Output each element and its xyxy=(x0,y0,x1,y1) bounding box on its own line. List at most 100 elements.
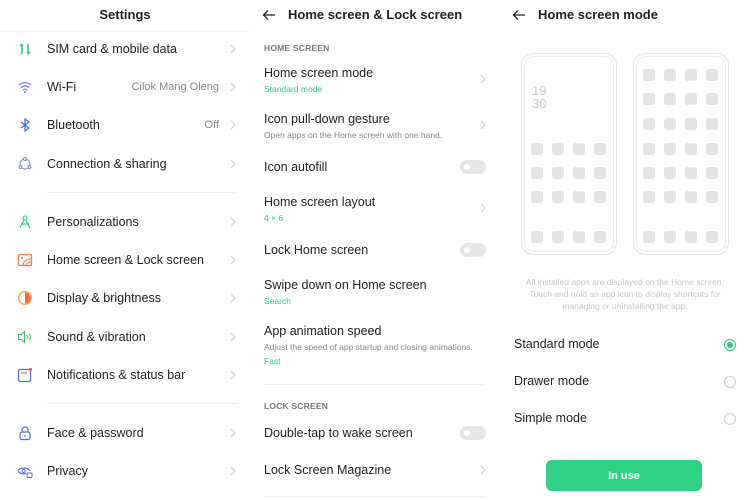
notification-icon xyxy=(17,367,33,383)
radio-button[interactable] xyxy=(724,376,736,388)
chevron-right-icon xyxy=(480,74,486,84)
item-label: Swipe down on Home screen xyxy=(264,278,427,292)
app-icon-placeholder xyxy=(706,191,718,203)
app-icon-placeholder xyxy=(706,69,718,81)
app-icon-placeholder xyxy=(685,191,697,203)
item-description: Adjust the speed of app startup and clos… xyxy=(264,342,473,352)
chevron-right-icon xyxy=(230,293,236,303)
option-label: Drawer mode xyxy=(514,374,590,388)
settings-item-bluetooth[interactable]: Bluetooth Off xyxy=(0,107,250,143)
app-icon-placeholder xyxy=(531,143,543,155)
section-header-lock: LOCK SCREEN xyxy=(264,401,329,411)
brightness-icon xyxy=(17,290,33,306)
chevron-right-icon xyxy=(230,217,236,227)
app-icon-placeholder xyxy=(643,167,655,179)
app-icon-placeholder xyxy=(685,143,697,155)
chevron-right-icon xyxy=(230,370,236,380)
back-arrow-icon[interactable] xyxy=(262,8,276,22)
mode-option-standard[interactable]: Standard mode xyxy=(500,327,750,363)
home-lock-panel: Home screen & Lock screen HOME SCREEN Ho… xyxy=(250,0,500,500)
settings-item-notifications[interactable]: Notifications & status bar xyxy=(0,357,250,393)
drawer-mode-preview xyxy=(633,53,729,255)
settings-item-sim[interactable]: SIM card & mobile data xyxy=(0,31,250,67)
app-icon-placeholder xyxy=(552,231,564,243)
settings-item-home-lock[interactable]: Home screen & Lock screen xyxy=(0,242,250,278)
app-icon-placeholder xyxy=(573,191,585,203)
option-label: Standard mode xyxy=(514,337,600,351)
settings-item-wifi[interactable]: Wi-Fi Cilok Mang Oleng xyxy=(0,69,250,105)
item-label: SIM card & mobile data xyxy=(47,42,177,56)
item-value: 4 × 6 xyxy=(264,213,284,223)
home-mode-panel: Home screen mode 19 30 All installed app… xyxy=(500,0,750,500)
app-icon-placeholder xyxy=(552,191,564,203)
app-icon-placeholder xyxy=(685,167,697,179)
page-title: Home screen mode xyxy=(538,7,658,22)
item-label: Notifications & status bar xyxy=(47,368,186,382)
double-tap-toggle[interactable] xyxy=(460,426,486,440)
app-icon-placeholder xyxy=(706,118,718,130)
setting-icon-autofill[interactable]: Icon autofill xyxy=(250,152,500,182)
chevron-right-icon xyxy=(230,255,236,265)
setting-app-animation[interactable]: App animation speed Adjust the speed of … xyxy=(250,318,500,370)
home-screen-icon xyxy=(17,253,33,267)
item-label: App animation speed xyxy=(264,324,382,338)
item-label: Home screen & Lock screen xyxy=(47,253,205,267)
back-arrow-icon[interactable] xyxy=(512,8,526,22)
page-title: Settings xyxy=(99,7,151,22)
app-icon-placeholder xyxy=(643,93,655,105)
settings-item-sound[interactable]: Sound & vibration xyxy=(0,319,250,355)
setting-lock-magazine[interactable]: Lock Screen Magazine xyxy=(250,455,500,485)
icon-autofill-toggle[interactable] xyxy=(460,160,486,174)
app-icon-placeholder xyxy=(643,191,655,203)
app-icon-placeholder xyxy=(552,167,564,179)
app-icon-placeholder xyxy=(664,191,676,203)
settings-item-privacy[interactable]: Privacy xyxy=(0,453,250,489)
item-label: Home screen layout xyxy=(264,195,376,209)
app-icon-placeholder xyxy=(664,167,676,179)
settings-item-face-password[interactable]: Face & password xyxy=(0,415,250,451)
setting-swipe-down[interactable]: Swipe down on Home screen Search xyxy=(250,272,500,312)
app-icon-placeholder xyxy=(706,93,718,105)
app-icon-placeholder xyxy=(531,167,543,179)
chevron-right-icon xyxy=(480,120,486,130)
app-icon-placeholder xyxy=(685,118,697,130)
settings-item-display[interactable]: Display & brightness xyxy=(0,280,250,316)
item-value: Standard mode xyxy=(264,84,323,94)
setting-lock-home[interactable]: Lock Home screen xyxy=(250,235,500,265)
lock-home-toggle[interactable] xyxy=(460,243,486,257)
privacy-icon xyxy=(17,467,33,478)
setting-double-tap[interactable]: Double-tap to wake screen xyxy=(250,418,500,448)
bluetooth-status-value: Off xyxy=(204,119,219,131)
wifi-network-value: Cilok Mang Oleng xyxy=(131,81,219,93)
chevron-right-icon xyxy=(230,120,236,130)
in-use-button[interactable]: In use xyxy=(546,460,702,491)
app-icon-placeholder xyxy=(573,167,585,179)
chevron-right-icon xyxy=(230,82,236,92)
app-icon-placeholder xyxy=(685,231,697,243)
chevron-right-icon xyxy=(230,44,236,54)
mode-option-drawer[interactable]: Drawer mode xyxy=(500,364,750,400)
setting-home-screen-mode[interactable]: Home screen mode Standard mode xyxy=(250,60,500,100)
item-label: Bluetooth xyxy=(47,118,100,132)
settings-item-personalizations[interactable]: Personalizations xyxy=(0,204,250,240)
radio-button[interactable] xyxy=(724,413,736,425)
item-label: Icon pull-down gesture xyxy=(264,112,390,126)
app-icon-placeholder xyxy=(685,93,697,105)
mode-description: All installed apps are displayed on the … xyxy=(526,277,724,311)
item-value: Search xyxy=(264,296,291,306)
item-label: Icon autofill xyxy=(264,160,328,174)
section-header-home: HOME SCREEN xyxy=(264,43,330,53)
sim-data-icon xyxy=(19,43,31,55)
divider xyxy=(47,192,237,193)
item-label: Double-tap to wake screen xyxy=(264,426,413,440)
app-icon-placeholder xyxy=(643,118,655,130)
settings-item-connection[interactable]: Connection & sharing xyxy=(0,146,250,182)
mode-option-simple[interactable]: Simple mode xyxy=(500,401,750,437)
item-label: Personalizations xyxy=(47,215,139,229)
clock-minute: 30 xyxy=(532,96,547,111)
setting-home-layout[interactable]: Home screen layout 4 × 6 xyxy=(250,189,500,229)
setting-icon-pulldown[interactable]: Icon pull-down gesture Open apps on the … xyxy=(250,106,500,146)
wifi-icon xyxy=(18,82,32,93)
app-icon-placeholder xyxy=(706,143,718,155)
radio-button[interactable] xyxy=(724,339,736,351)
